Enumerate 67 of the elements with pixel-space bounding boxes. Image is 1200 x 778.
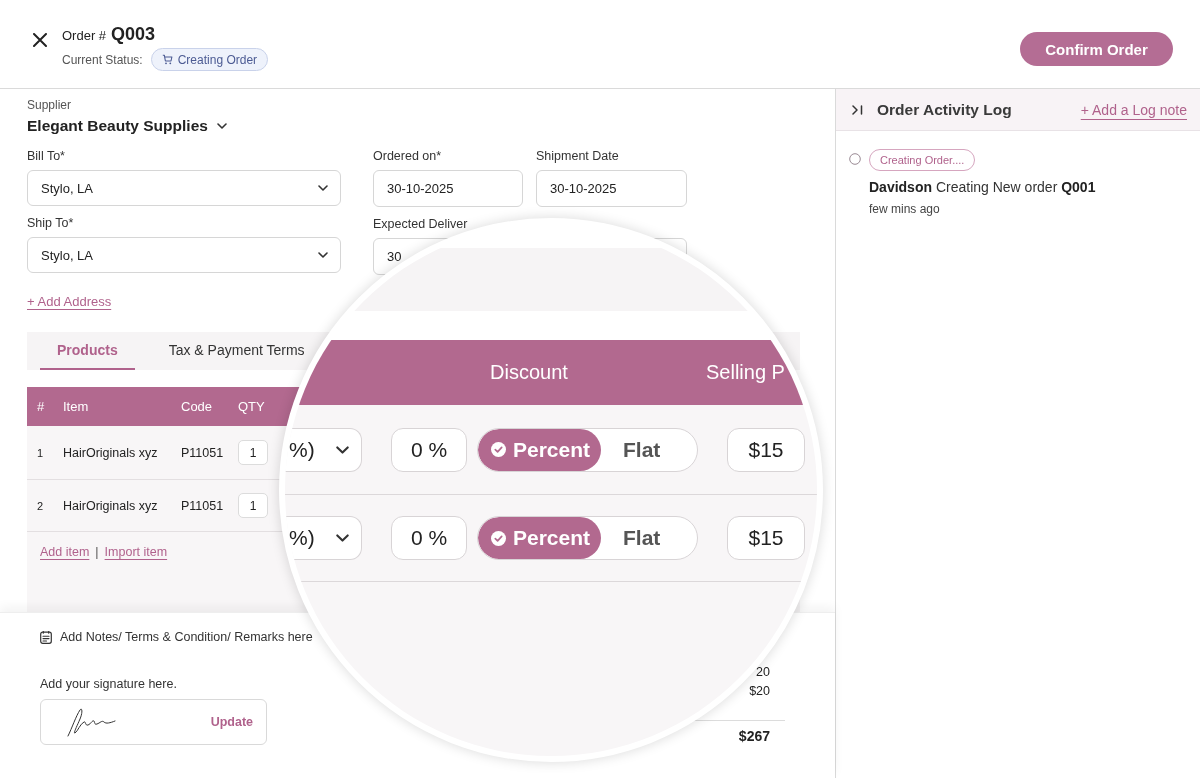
status-label: Current Status: — [62, 52, 143, 67]
field-label: Ship To* — [27, 216, 74, 230]
toggle-option[interactable]: Percent — [478, 428, 601, 471]
toggle-option[interactable]: Flat — [601, 428, 697, 471]
tab[interactable]: Products — [40, 332, 135, 370]
column-header: Item — [63, 399, 90, 414]
import-item-link[interactable]: Import item — [104, 545, 168, 559]
column-header: Discount — [490, 361, 569, 384]
signature-label: Add your signature here. — [40, 677, 177, 691]
order-number: Q003 — [111, 24, 156, 45]
item-code: P11051 — [181, 498, 225, 513]
activity-time: few mins ago — [869, 202, 940, 216]
confirm-order-button[interactable]: Confirm Order — [1020, 32, 1173, 66]
cart-icon — [161, 54, 173, 65]
column-header: Selling P — [706, 361, 785, 384]
column-header: QTY — [238, 399, 266, 414]
notes-icon — [40, 630, 52, 644]
row-number: 2 — [37, 499, 45, 512]
item-name: HairOriginals xyz — [63, 445, 159, 460]
signature-field[interactable]: Update — [40, 699, 267, 745]
date-field[interactable]: 30-10-2025 — [536, 170, 687, 207]
signature-drawing — [65, 706, 117, 738]
order-label: Order # — [62, 28, 107, 43]
discount-field[interactable]: 0 % — [391, 516, 467, 560]
update-button[interactable]: Update — [210, 715, 253, 729]
row-number: 1 — [37, 446, 45, 459]
price-field[interactable]: $15 — [727, 427, 805, 472]
unit-select[interactable]: %) — [285, 427, 362, 472]
address-select[interactable]: Stylo, LA — [27, 170, 341, 206]
close-icon[interactable] — [33, 33, 47, 47]
activity-text: Davidson Creating New order Q001 — [869, 179, 1096, 195]
supplier-select[interactable]: Elegant Beauty Supplies — [27, 117, 227, 135]
column-header: # — [37, 399, 46, 414]
timeline-dot-icon — [849, 153, 861, 165]
check-circle-icon — [491, 530, 506, 546]
chevron-down-icon — [336, 534, 349, 542]
check-circle-icon — [491, 442, 506, 457]
toggle-option[interactable]: Flat — [601, 517, 697, 559]
field-label: Expected Deliver — [373, 217, 468, 231]
qty-field[interactable]: 1 — [238, 493, 268, 518]
date-field[interactable]: 30-10-2025 — [373, 170, 523, 207]
item-code: P11051 — [181, 445, 225, 460]
total-amount: $20 — [749, 684, 770, 698]
collapse-panel-icon[interactable] — [852, 104, 863, 115]
qty-field[interactable]: 1 — [238, 440, 268, 465]
chevron-down-icon — [318, 185, 328, 191]
price-field[interactable]: $15 — [727, 516, 805, 560]
toggle-option[interactable]: Percent — [478, 517, 601, 559]
field-label: Bill To* — [27, 149, 65, 163]
chevron-down-icon — [318, 252, 328, 258]
add-item-link[interactable]: Add item — [40, 545, 90, 559]
add-address-link[interactable]: + Add Address — [27, 295, 112, 309]
add-log-note-link[interactable]: + Add a Log note — [1080, 101, 1187, 118]
panel-title: Order Activity Log — [877, 100, 1012, 119]
field-label: Ordered on* — [373, 149, 442, 163]
field-label: Shipment Date — [536, 149, 619, 163]
total-amount: 20 — [756, 665, 770, 679]
chevron-down-icon — [336, 445, 349, 454]
grand-total: $267 — [738, 729, 770, 743]
discount-field[interactable]: 0 % — [391, 427, 467, 472]
status-text: Creating Order — [177, 52, 258, 67]
item-name: HairOriginals xyz — [63, 498, 159, 513]
chevron-down-icon — [216, 123, 227, 129]
unit-select[interactable]: %) — [285, 516, 362, 560]
column-header: Code — [181, 399, 214, 414]
link-separator: | — [95, 545, 99, 559]
supplier-label: Supplier — [27, 98, 72, 112]
